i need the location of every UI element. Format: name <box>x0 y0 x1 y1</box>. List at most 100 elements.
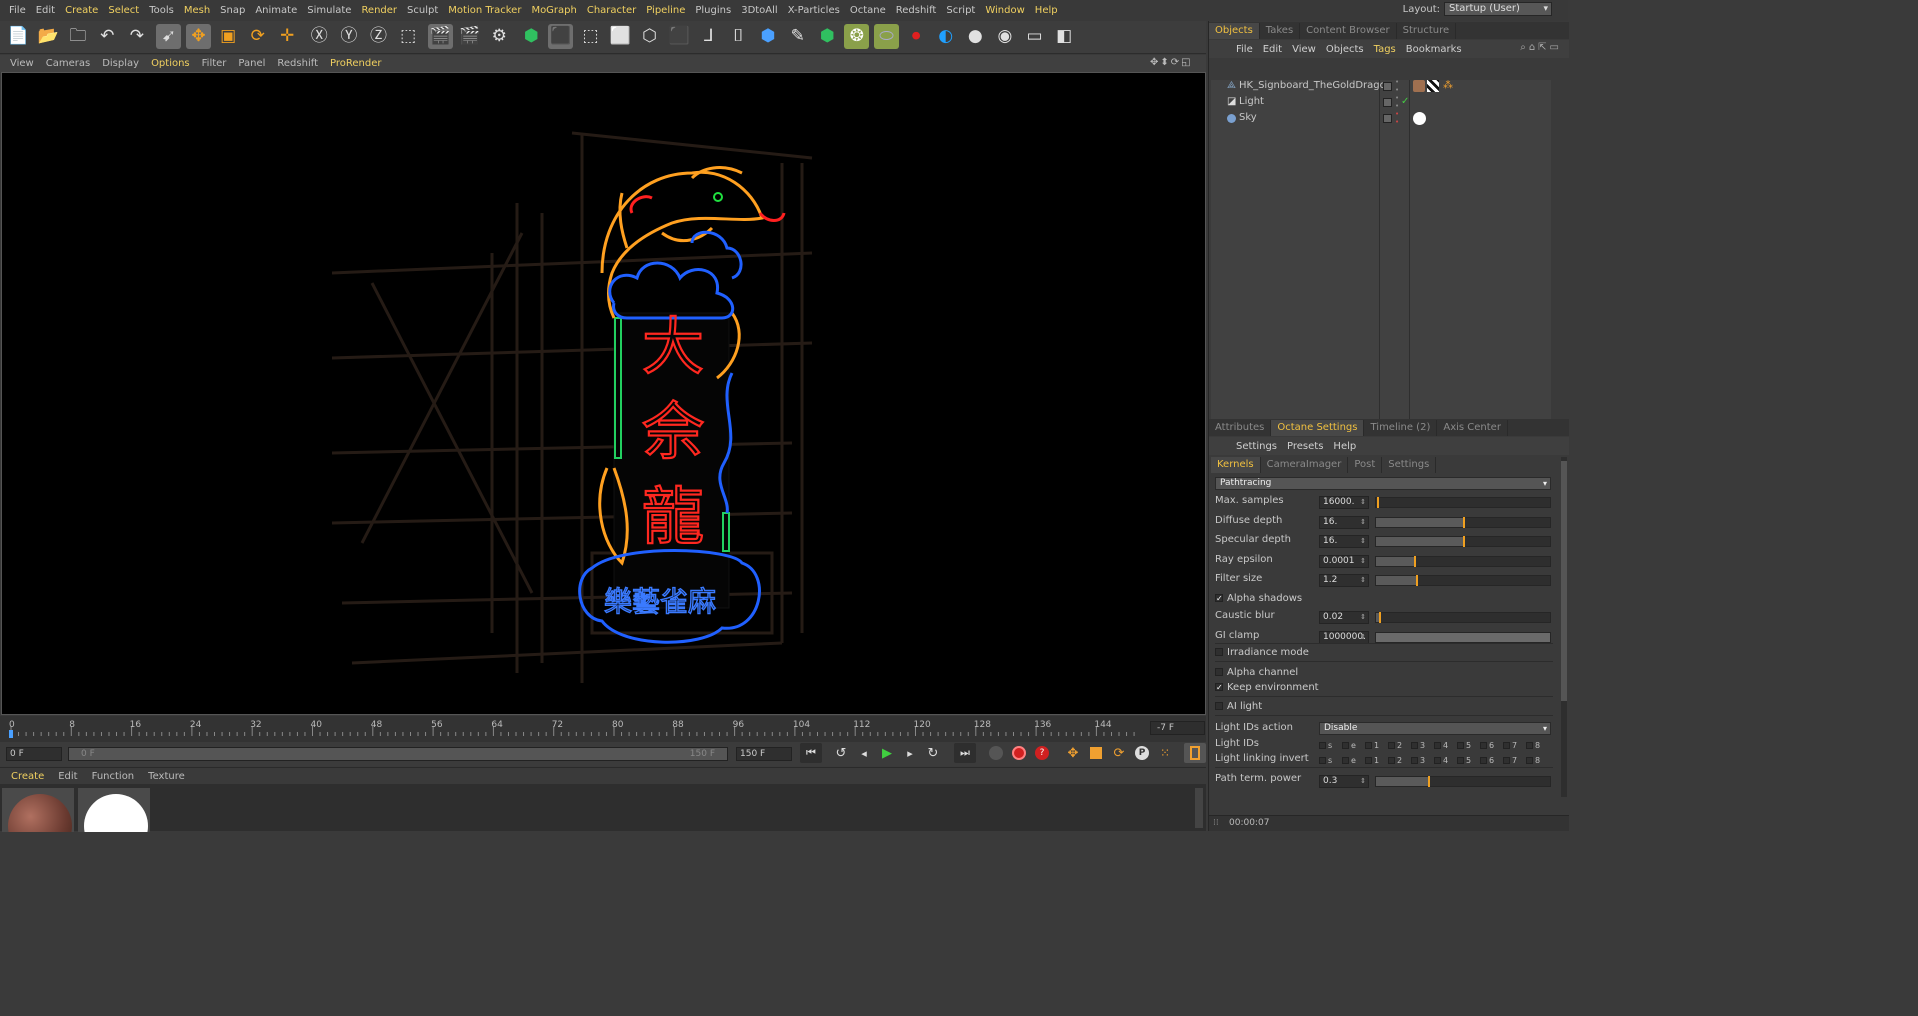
slider-knob[interactable] <box>1463 536 1465 547</box>
light-id-checkbox[interactable]: 2 <box>1388 739 1408 751</box>
goto-end-button[interactable]: ⏭ <box>954 743 976 763</box>
rotate-icon[interactable]: ⟳ <box>245 24 270 49</box>
octane-material-icon[interactable]: ⬭ <box>874 24 899 49</box>
menu-edit[interactable]: Edit <box>31 0 60 21</box>
slider-knob[interactable] <box>1463 516 1465 528</box>
light-id-checkbox[interactable]: s <box>1319 754 1339 766</box>
camera-icon[interactable]: ⌷ <box>726 24 751 49</box>
prev-key-button[interactable]: ↺ <box>830 743 852 763</box>
playhead[interactable] <box>9 730 13 738</box>
end-frame-field[interactable]: 150 F <box>736 747 792 761</box>
light-id-checkbox[interactable]: e <box>1342 754 1362 766</box>
param-field[interactable]: 0.02 <box>1319 611 1369 624</box>
layer-icon[interactable] <box>1383 98 1392 107</box>
layer-icon[interactable] <box>1383 114 1392 123</box>
material-scrollbar[interactable] <box>1195 788 1203 828</box>
x-axis-icon[interactable]: Ⓧ <box>307 24 332 49</box>
objects-menu-file[interactable]: File <box>1231 44 1258 55</box>
menu-simulate[interactable]: Simulate <box>302 0 356 21</box>
play-button[interactable]: ▶ <box>876 743 898 763</box>
viewport-menu-filter[interactable]: Filter <box>196 58 233 69</box>
kernel-type-dropdown[interactable]: Pathtracing <box>1215 477 1551 490</box>
light-id-checkbox[interactable]: 7 <box>1503 739 1523 751</box>
light-id-checkbox[interactable]: 5 <box>1457 739 1477 751</box>
menu-character[interactable]: Character <box>582 0 641 21</box>
start-frame-field[interactable]: 0 F <box>6 747 62 761</box>
save-icon[interactable]: 🗀 <box>65 24 90 49</box>
prev-frame-button[interactable]: ◂ <box>853 743 875 763</box>
tab-timeline-2-[interactable]: Timeline (2) <box>1364 420 1438 436</box>
menu-mograph[interactable]: MoGraph <box>526 0 581 21</box>
param-slider[interactable] <box>1375 516 1551 528</box>
light-id-checkbox[interactable]: 6 <box>1480 739 1500 751</box>
menu-script[interactable]: Script <box>941 0 980 21</box>
material-menu-texture[interactable]: Texture <box>141 771 192 782</box>
frame-range-slider[interactable]: 0 F 150 F <box>68 747 728 761</box>
objects-menu-edit[interactable]: Edit <box>1258 44 1287 55</box>
viewport-menu-display[interactable]: Display <box>96 58 145 69</box>
octane-object-icon[interactable]: ⬢ <box>815 24 840 49</box>
key-rotate-icon[interactable]: ⟳ <box>1108 743 1130 763</box>
next-key-button[interactable]: ↻ <box>922 743 944 763</box>
slider-knob[interactable] <box>1379 612 1382 623</box>
record-disabled-icon[interactable] <box>985 743 1007 763</box>
panel-layout-icon[interactable]: ◧ <box>1052 24 1077 49</box>
box-icon[interactable]: ⬜ <box>608 24 633 49</box>
param-slider[interactable] <box>1375 575 1551 586</box>
slider-knob[interactable] <box>1414 555 1417 567</box>
open-icon[interactable]: 📂 <box>36 24 61 49</box>
light-id-checkbox[interactable]: 8 <box>1526 754 1546 766</box>
menu-pipeline[interactable]: Pipeline <box>641 0 690 21</box>
layer-icon[interactable] <box>1383 82 1392 91</box>
keep-environment-checkbox[interactable]: ✓ Keep environment <box>1215 680 1319 695</box>
object-row[interactable]: ⟁ HK_Signboard_TheGoldDragon • • ⁂ <box>1211 78 1551 94</box>
menu-plugins[interactable]: Plugins <box>690 0 736 21</box>
alpha-shadows-checkbox[interactable]: ✓ Alpha shadows <box>1215 591 1302 606</box>
axis-icon[interactable]: ⅃ <box>696 24 721 49</box>
attributes-menu-settings[interactable]: Settings <box>1231 441 1282 452</box>
objects-menu-objects[interactable]: Objects <box>1321 44 1369 55</box>
octane-live-viewer-icon[interactable]: ❂ <box>844 24 870 49</box>
tab-octane-settings[interactable]: Octane Settings <box>1271 420 1365 436</box>
tab-axis-center[interactable]: Axis Center <box>1437 420 1508 436</box>
key-move-icon[interactable]: ✥ <box>1062 743 1084 763</box>
param-field[interactable]: 16. <box>1319 515 1369 529</box>
goto-start-button[interactable]: ⏮ <box>800 743 822 763</box>
render-view-icon[interactable]: 🎬 <box>427 24 453 49</box>
cube-blue-icon[interactable]: ⬢ <box>756 24 781 49</box>
key-scale-icon[interactable] <box>1085 743 1107 763</box>
checker-icon[interactable]: ⬚ <box>578 24 603 49</box>
autokey-icon[interactable] <box>1008 743 1030 763</box>
material-menu-edit[interactable]: Edit <box>51 771 84 782</box>
object-row[interactable]: ◪ Light • • ✓ <box>1211 94 1551 110</box>
tab-takes[interactable]: Takes <box>1260 23 1301 39</box>
light-id-checkbox[interactable]: 3 <box>1411 739 1431 751</box>
menu-animate[interactable]: Animate <box>250 0 302 21</box>
attributes-scrollbar[interactable] <box>1561 457 1567 797</box>
coordinate-system-icon[interactable]: ⬚ <box>396 24 421 49</box>
tab-attributes[interactable]: Attributes <box>1209 420 1272 436</box>
menu-help[interactable]: Help <box>1030 0 1063 21</box>
current-frame-field[interactable]: -7 F <box>1150 721 1205 735</box>
light-id-checkbox[interactable]: 6 <box>1480 754 1500 766</box>
render-settings-icon[interactable]: ⚙ <box>487 24 512 49</box>
material-tag-icon[interactable] <box>1413 80 1425 92</box>
xpresso-tag-icon[interactable]: ⁂ <box>1443 78 1453 94</box>
next-frame-button[interactable]: ▸ <box>899 743 921 763</box>
objects-menu-bookmarks[interactable]: Bookmarks <box>1401 44 1467 55</box>
menu-x-particles[interactable]: X-Particles <box>783 0 845 21</box>
box-orange-icon[interactable]: ⬛ <box>667 24 692 49</box>
menu-mesh[interactable]: Mesh <box>179 0 215 21</box>
sky-material-tag-icon[interactable] <box>1413 112 1426 125</box>
viewport-menu-cameras[interactable]: Cameras <box>40 58 96 69</box>
light-id-checkbox[interactable]: 2 <box>1388 754 1408 766</box>
light-id-checkbox[interactable]: 7 <box>1503 754 1523 766</box>
light-id-checkbox[interactable]: 1 <box>1365 754 1385 766</box>
attributes-menu-help[interactable]: Help <box>1328 441 1361 452</box>
slider-knob[interactable] <box>1377 497 1379 508</box>
undo-icon[interactable]: ↶ <box>95 24 120 49</box>
menu-select[interactable]: Select <box>103 0 144 21</box>
light-id-checkbox[interactable]: 5 <box>1457 754 1477 766</box>
layout-dropdown[interactable]: Startup (User) <box>1444 2 1552 16</box>
material-thumb-white[interactable] <box>78 788 150 832</box>
